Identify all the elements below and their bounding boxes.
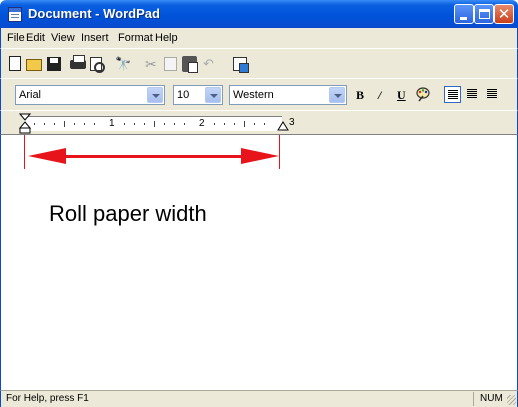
underline-icon[interactable]: U — [397, 88, 406, 103]
font-size-value: 10 — [177, 89, 190, 101]
script-select[interactable]: Western — [229, 85, 347, 105]
maximize-icon — [479, 9, 490, 19]
ruler-tick — [124, 123, 125, 125]
status-bar: For Help, press F1 NUM — [0, 390, 518, 407]
ruler-tick — [44, 123, 45, 125]
undo-icon[interactable]: ↶ — [203, 57, 219, 73]
color-palette-icon[interactable] — [415, 86, 431, 102]
ruler[interactable]: 1 2 3 — [0, 110, 518, 134]
wordpad-icon[interactable] — [8, 7, 22, 22]
align-right-icon[interactable] — [483, 86, 500, 103]
ruler-tick — [244, 121, 245, 127]
minimize-icon — [460, 17, 467, 20]
num-lock-indicator: NUM — [480, 393, 503, 404]
italic-icon[interactable]: / — [378, 88, 381, 103]
document-editor[interactable]: Roll paper width — [0, 134, 518, 390]
font-size-select[interactable]: 10 — [173, 85, 223, 105]
ruler-tick — [264, 123, 265, 125]
status-help-text: For Help, press F1 — [6, 393, 89, 404]
open-folder-icon[interactable] — [26, 59, 42, 71]
ruler-tick — [134, 123, 135, 125]
ruler-number: 1 — [109, 118, 115, 129]
paste-icon[interactable] — [182, 56, 198, 73]
ruler-tick — [154, 121, 155, 127]
font-name-select[interactable]: Arial — [15, 85, 165, 105]
ruler-tick — [214, 123, 215, 125]
right-indent-marker-icon[interactable] — [277, 121, 289, 132]
align-left-lines — [448, 90, 458, 99]
find-icon[interactable]: 🔭 — [115, 57, 131, 70]
menu-bar: File Edit View Insert Format Help — [0, 28, 518, 48]
width-arrow-line — [38, 155, 266, 158]
ruler-tick — [164, 123, 165, 125]
cut-icon[interactable]: ✂ — [145, 56, 161, 72]
num-lock-panel: NUM — [473, 392, 509, 406]
insert-object-icon[interactable] — [233, 57, 249, 73]
chevron-down-icon[interactable] — [205, 87, 221, 103]
ruler-number: 3 — [289, 117, 295, 128]
align-center-lines — [467, 89, 477, 98]
ruler-number: 2 — [199, 118, 205, 129]
ruler-tick — [174, 123, 175, 125]
title-bar[interactable]: Document - WordPad ✕ — [0, 0, 518, 28]
align-left-icon[interactable] — [444, 86, 461, 103]
menu-file[interactable]: File — [7, 32, 25, 44]
ruler-tick — [54, 123, 55, 125]
minimize-button[interactable] — [454, 4, 474, 24]
save-icon[interactable] — [47, 57, 61, 71]
ruler-tick — [234, 123, 235, 125]
chevron-down-icon[interactable] — [329, 87, 345, 103]
ruler-strip: 1 2 — [24, 116, 282, 131]
resize-grip-icon[interactable] — [507, 395, 516, 405]
ruler-tick — [184, 123, 185, 125]
ruler-tick — [94, 123, 95, 125]
close-button[interactable]: ✕ — [494, 4, 514, 24]
print-icon[interactable] — [70, 55, 86, 69]
chevron-down-icon[interactable] — [147, 87, 163, 103]
print-preview-icon[interactable] — [90, 57, 105, 73]
menu-view[interactable]: View — [51, 32, 75, 44]
ruler-tick — [254, 123, 255, 125]
align-right-lines — [487, 89, 497, 98]
maximize-button[interactable] — [474, 4, 494, 24]
indent-markers-icon[interactable] — [19, 113, 31, 135]
copy-icon[interactable] — [164, 57, 177, 71]
align-center-icon[interactable] — [463, 86, 480, 103]
left-width-guide — [24, 135, 25, 169]
window-title: Document - WordPad — [28, 6, 160, 21]
right-width-guide — [279, 135, 280, 169]
ruler-tick — [84, 123, 85, 125]
bold-icon[interactable]: B — [356, 88, 364, 103]
standard-toolbar: 🔭 ✂ ↶ — [0, 48, 518, 78]
menu-edit[interactable]: Edit — [26, 32, 45, 44]
font-name-value: Arial — [19, 89, 42, 101]
arrow-right-icon — [241, 148, 279, 164]
ruler-tick — [144, 123, 145, 125]
format-bar: Arial 10 Western B / U — [0, 78, 518, 110]
close-icon: ✕ — [497, 5, 511, 23]
new-document-icon[interactable] — [9, 56, 21, 71]
menu-insert[interactable]: Insert — [81, 32, 109, 44]
ruler-tick — [64, 121, 65, 127]
menu-help[interactable]: Help — [155, 32, 178, 44]
ruler-tick — [34, 123, 35, 125]
menu-format[interactable]: Format — [118, 32, 153, 44]
ruler-tick — [74, 123, 75, 125]
script-value: Western — [233, 89, 274, 101]
arrow-left-icon — [28, 148, 66, 164]
roll-paper-width-label: Roll paper width — [49, 201, 207, 226]
ruler-tick — [224, 123, 225, 125]
